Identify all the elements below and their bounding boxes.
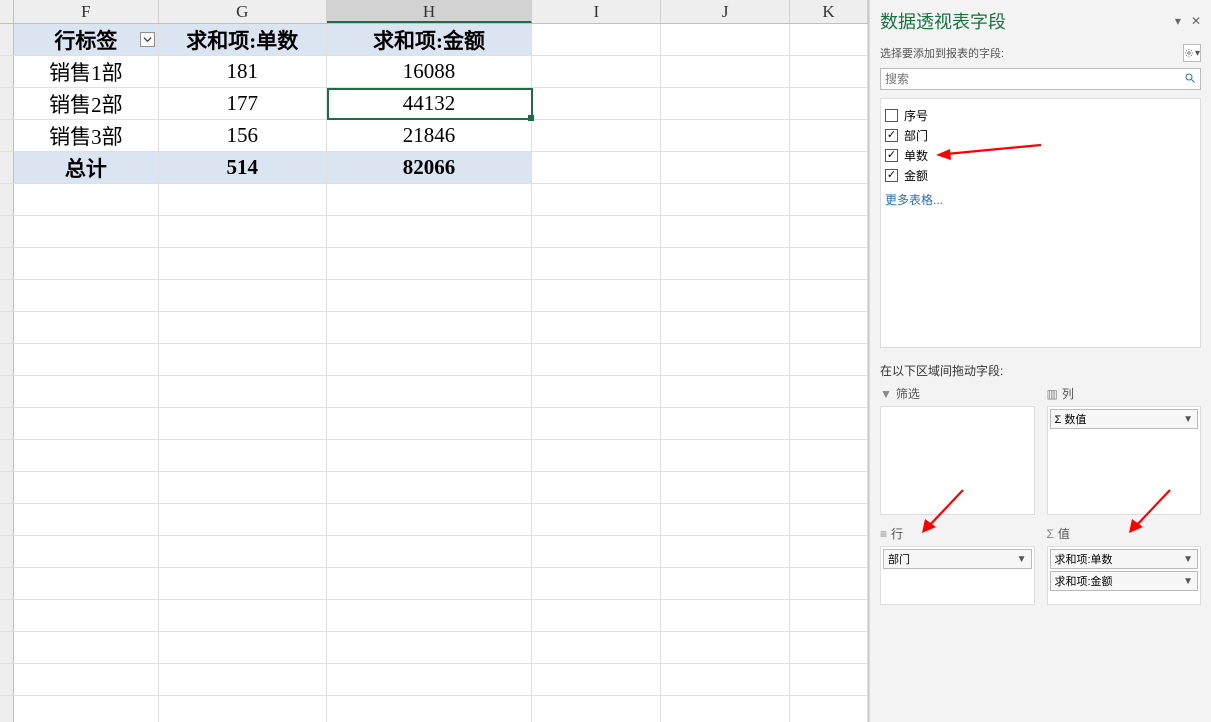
values-dropzone[interactable]: 求和项:单数 ▼ 求和项:金额 ▼ — [1047, 546, 1202, 605]
pivot-areas-grid: ▼ 筛选 ▥ 列 Σ 数值 ▼ ≡ 行 部门 ▼ Σ值 — [880, 385, 1201, 605]
spreadsheet-area[interactable]: F G H I J K 行标签 求和项:单数 求和项:金额 销售1部 181 — [0, 0, 869, 722]
pivot-cell[interactable]: 156 — [159, 120, 327, 151]
search-icon — [1184, 72, 1196, 87]
area-title-text: 值 — [1058, 525, 1070, 542]
columns-icon: ▥ — [1047, 387, 1058, 401]
areas-instruction: 在以下区域间拖动字段: — [880, 362, 1201, 379]
row-label-filter-button[interactable] — [140, 32, 155, 47]
pivot-cell[interactable]: 181 — [159, 56, 327, 87]
rows-icon: ≡ — [880, 527, 887, 541]
pane-menu-button[interactable]: ▾ — [1175, 14, 1181, 28]
area-filter[interactable]: ▼ 筛选 — [880, 385, 1035, 515]
chevron-down-icon: ▼ — [1183, 554, 1193, 565]
sigma-icon: Σ — [1047, 527, 1054, 541]
filter-icon: ▼ — [880, 387, 892, 401]
pivot-row-label[interactable]: 销售1部 — [14, 56, 159, 87]
select-all-corner[interactable] — [0, 0, 14, 23]
column-field-pill[interactable]: Σ 数值 ▼ — [1050, 409, 1199, 429]
rows-dropzone[interactable]: 部门 ▼ — [880, 546, 1035, 605]
area-title-text: 筛选 — [896, 385, 920, 402]
pill-label: 求和项:单数 — [1055, 551, 1113, 567]
more-tables-link[interactable]: 更多表格... — [885, 191, 1196, 208]
pivot-cell[interactable]: 21846 — [327, 120, 533, 151]
field-label: 序号 — [904, 107, 928, 124]
pivot-cell[interactable]: 177 — [159, 88, 327, 119]
pivot-total-cell[interactable]: 82066 — [327, 152, 533, 183]
column-header-F[interactable]: F — [14, 0, 159, 23]
field-search-box[interactable] — [880, 68, 1201, 90]
filter-dropzone[interactable] — [880, 406, 1035, 515]
columns-dropzone[interactable]: Σ 数值 ▼ — [1047, 406, 1202, 515]
field-item-count[interactable]: 单数 — [885, 145, 1196, 165]
pivot-cell-selected[interactable]: 44132 — [327, 88, 533, 119]
value-field-pill[interactable]: 求和项:金额 ▼ — [1050, 571, 1199, 591]
field-list[interactable]: 序号 部门 单数 金额 更多表格... — [880, 98, 1201, 348]
field-label: 单数 — [904, 147, 928, 164]
column-header-J[interactable]: J — [661, 0, 790, 23]
pivot-header-sum1[interactable]: 求和项:单数 — [159, 24, 327, 55]
column-header-I[interactable]: I — [532, 0, 661, 23]
checkbox-checked-icon[interactable] — [885, 129, 898, 142]
pivot-row-label[interactable]: 销售3部 — [14, 120, 159, 151]
field-settings-button[interactable]: ▾ — [1183, 44, 1201, 62]
field-label: 部门 — [904, 127, 928, 144]
pane-title: 数据透视表字段 — [880, 8, 1006, 34]
chevron-down-icon: ▼ — [1183, 414, 1193, 425]
checkbox-checked-icon[interactable] — [885, 149, 898, 162]
pane-subtitle: 选择要添加到报表的字段: — [880, 45, 1004, 61]
field-item-dept[interactable]: 部门 — [885, 125, 1196, 145]
grid-body[interactable]: 行标签 求和项:单数 求和项:金额 销售1部 181 16088 销售2部 17… — [0, 24, 868, 722]
area-rows[interactable]: ≡ 行 部门 ▼ — [880, 525, 1035, 605]
pivot-total-label[interactable]: 总计 — [14, 152, 159, 183]
area-values[interactable]: Σ值 求和项:单数 ▼ 求和项:金额 ▼ — [1047, 525, 1202, 605]
chevron-down-icon: ▼ — [1183, 576, 1193, 587]
checkbox-unchecked-icon[interactable] — [885, 109, 898, 122]
field-label: 金额 — [904, 167, 928, 184]
field-search-input[interactable] — [885, 72, 1184, 86]
column-header-G[interactable]: G — [159, 0, 327, 23]
pill-label: 求和项:金额 — [1055, 573, 1113, 589]
row-field-pill[interactable]: 部门 ▼ — [883, 549, 1032, 569]
pivot-header-sum2[interactable]: 求和项:金额 — [327, 24, 533, 55]
field-item-seq[interactable]: 序号 — [885, 105, 1196, 125]
pivot-header-rowlabel[interactable]: 行标签 — [14, 24, 159, 55]
pill-label: Σ 数值 — [1055, 411, 1087, 427]
pivot-header-rowlabel-text: 行标签 — [54, 25, 117, 55]
checkbox-checked-icon[interactable] — [885, 169, 898, 182]
area-title-text: 列 — [1062, 385, 1074, 402]
column-header-row: F G H I J K — [0, 0, 868, 24]
field-item-amount[interactable]: 金额 — [885, 165, 1196, 185]
pivot-row-label[interactable]: 销售2部 — [14, 88, 159, 119]
pivot-total-cell[interactable]: 514 — [159, 152, 327, 183]
column-header-K[interactable]: K — [790, 0, 868, 23]
pivot-cell[interactable]: 16088 — [327, 56, 533, 87]
area-title-text: 行 — [891, 525, 903, 542]
value-field-pill[interactable]: 求和项:单数 ▼ — [1050, 549, 1199, 569]
pill-label: 部门 — [888, 551, 910, 567]
pivottable-fields-pane: 数据透视表字段 ▾ ✕ 选择要添加到报表的字段: ▾ 序号 部门 单数 金额 更… — [869, 0, 1211, 722]
area-columns[interactable]: ▥ 列 Σ 数值 ▼ — [1047, 385, 1202, 515]
column-header-H[interactable]: H — [327, 0, 533, 23]
pane-close-button[interactable]: ✕ — [1191, 14, 1201, 28]
chevron-down-icon — [143, 35, 152, 44]
chevron-down-icon: ▼ — [1017, 554, 1027, 565]
gear-icon — [1184, 47, 1194, 59]
